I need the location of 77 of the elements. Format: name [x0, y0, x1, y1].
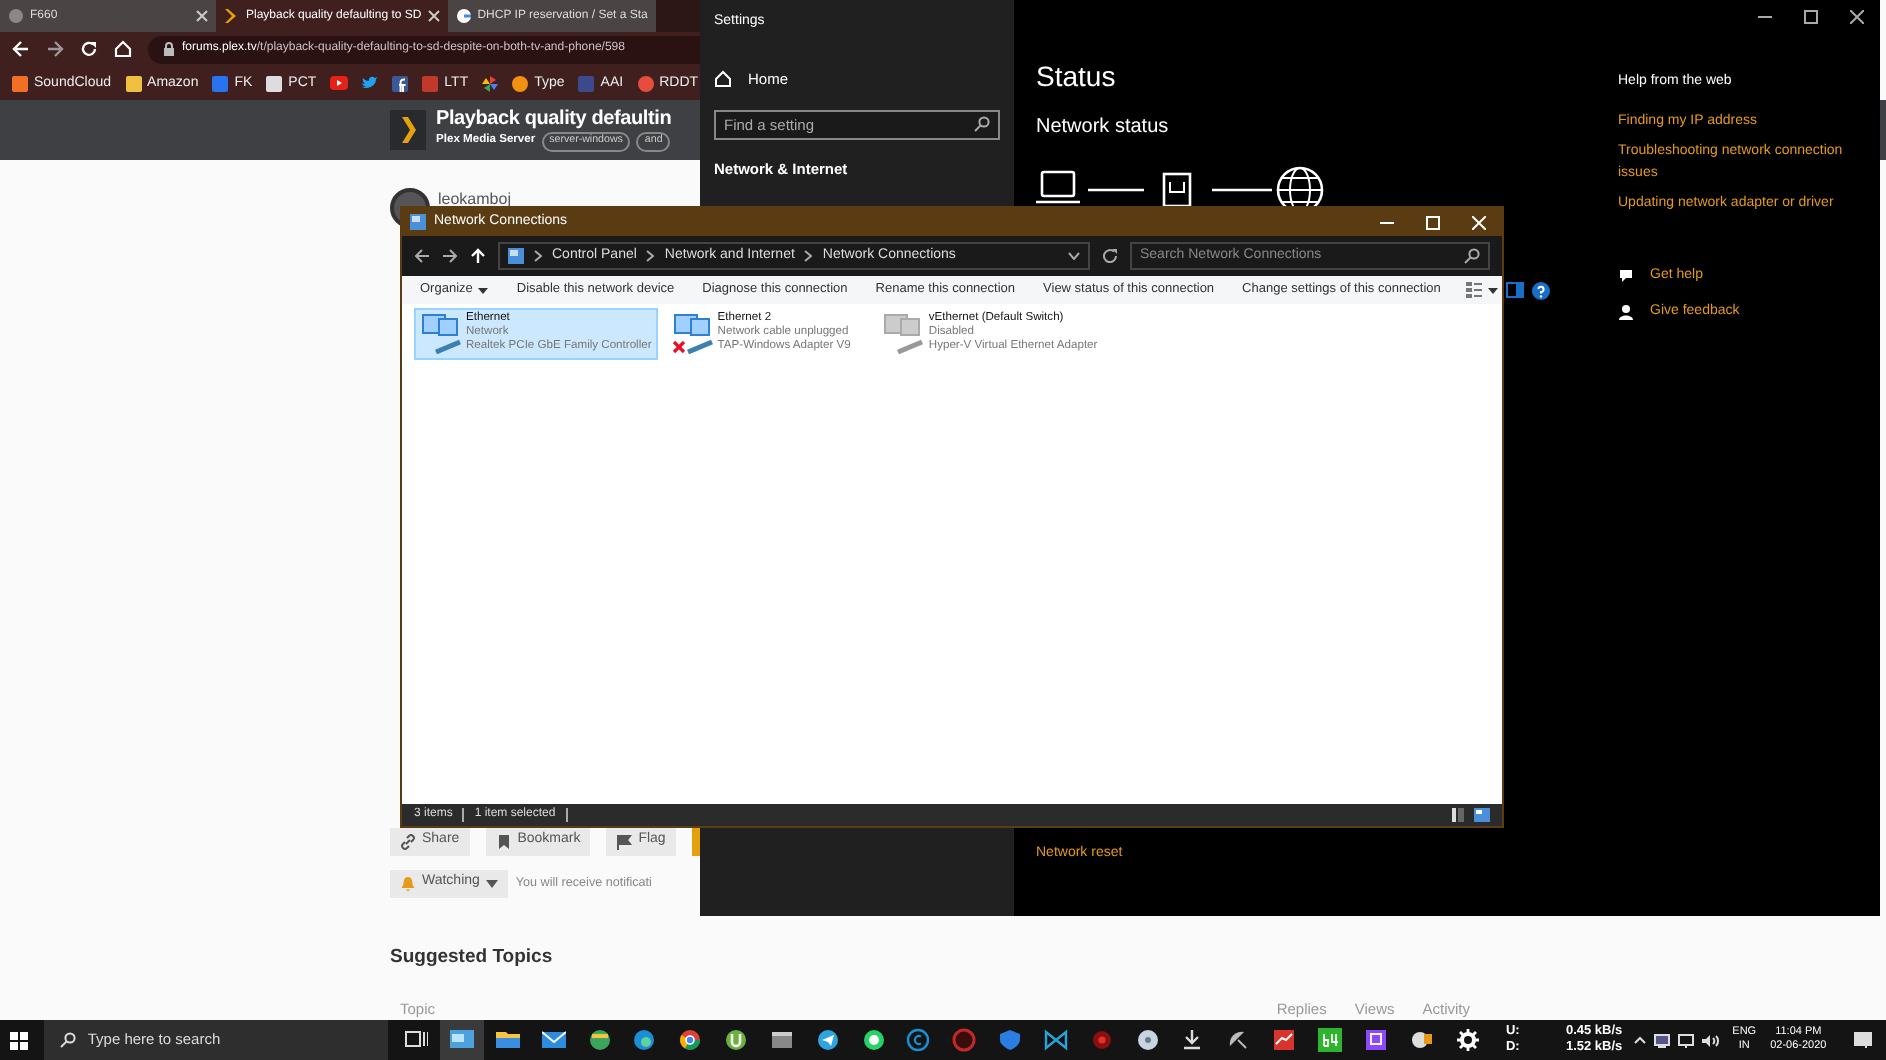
person-icon — [1618, 304, 1634, 321]
letter-c-icon[interactable] — [906, 1028, 931, 1052]
search-icon — [974, 116, 990, 133]
link-icon — [400, 833, 416, 849]
disc-icon[interactable] — [1135, 1028, 1160, 1052]
search-icon — [1464, 248, 1480, 264]
section-heading: Suggested Topics — [390, 943, 555, 971]
back-icon[interactable] — [414, 248, 430, 264]
folder-icon[interactable] — [495, 1028, 520, 1052]
ring-icon[interactable] — [952, 1028, 977, 1052]
forward-icon[interactable] — [46, 40, 64, 59]
notification-icon[interactable] — [1853, 1032, 1872, 1048]
favicon-icon — [455, 8, 472, 24]
bookmark-favicon-icon[interactable] — [512, 75, 529, 92]
flag-icon — [616, 833, 633, 849]
envelope-icon[interactable] — [541, 1028, 566, 1052]
lock-icon — [164, 42, 174, 57]
forward-icon[interactable] — [442, 248, 458, 264]
bookmark-favicon-icon[interactable] — [266, 75, 283, 92]
chart-icon[interactable] — [1272, 1028, 1297, 1052]
view-options-icon[interactable] — [1466, 282, 1499, 298]
bell-icon — [400, 875, 416, 891]
caret-icon — [485, 879, 498, 887]
up-arrow-icon[interactable] — [470, 248, 486, 264]
tiles-view-icon[interactable] — [1474, 808, 1490, 822]
close-icon[interactable] — [1850, 9, 1864, 23]
task-view-icon[interactable] — [404, 1028, 429, 1052]
bird-icon[interactable] — [362, 76, 379, 91]
close-icon[interactable] — [196, 10, 208, 22]
network-folder-icon — [410, 214, 426, 230]
favicon-icon — [224, 8, 240, 24]
speaker-icon[interactable] — [1702, 1033, 1721, 1047]
number-tile-icon[interactable] — [1318, 1028, 1343, 1052]
chevron-right-icon — [534, 250, 542, 262]
download-icon[interactable] — [1180, 1028, 1205, 1052]
chrome-icon[interactable] — [678, 1028, 703, 1052]
windows-logo-icon[interactable] — [10, 1031, 29, 1049]
bowtie-icon[interactable] — [1043, 1028, 1068, 1052]
bookmark-icon — [495, 833, 512, 849]
chevron-right-icon — [804, 250, 813, 262]
satellite-dish-icon[interactable] — [1226, 1028, 1251, 1052]
pinwheel-icon[interactable] — [482, 75, 499, 92]
chat-tile-icon[interactable] — [1363, 1028, 1388, 1052]
username[interactable]: leokamboj — [438, 187, 511, 211]
help-icon[interactable] — [1532, 281, 1551, 299]
details-view-icon[interactable] — [1452, 808, 1464, 822]
letter-f-icon[interactable] — [392, 75, 409, 92]
plex-logo-icon — [390, 109, 426, 150]
refresh-icon[interactable] — [1102, 248, 1118, 264]
chevron-right-icon — [646, 250, 655, 262]
maximize-icon[interactable] — [1804, 9, 1818, 23]
network-folder-icon — [508, 248, 524, 264]
search-icon — [59, 1032, 76, 1048]
chevron-up-icon[interactable] — [1634, 1036, 1647, 1044]
bookmark-favicon-icon[interactable] — [125, 75, 142, 92]
bookmark-favicon-icon[interactable] — [12, 75, 28, 92]
section-subheading: Network status — [1036, 114, 1171, 142]
paper-plane-icon[interactable] — [815, 1028, 840, 1052]
caret-icon — [478, 287, 489, 293]
home-icon — [714, 69, 732, 88]
home-icon[interactable] — [114, 40, 132, 59]
globe-icon[interactable] — [587, 1028, 612, 1052]
network-icon[interactable] — [1678, 1033, 1695, 1047]
record-icon[interactable] — [1089, 1028, 1114, 1052]
monitor-icon[interactable] — [1654, 1033, 1671, 1047]
page-heading: Status — [1036, 58, 1118, 96]
reload-icon[interactable] — [80, 40, 98, 59]
dropdown-icon[interactable] — [1068, 252, 1080, 260]
preview-pane-icon[interactable] — [1506, 282, 1525, 298]
favicon-icon — [8, 8, 24, 24]
topic-title: Playback quality defaultin — [436, 107, 672, 132]
shield-icon[interactable] — [998, 1028, 1023, 1052]
play-icon[interactable] — [330, 76, 349, 91]
window-icon[interactable] — [449, 1028, 474, 1052]
close-icon[interactable] — [427, 10, 440, 22]
gear-icon[interactable] — [1455, 1028, 1480, 1052]
chat-icon — [1618, 267, 1634, 284]
